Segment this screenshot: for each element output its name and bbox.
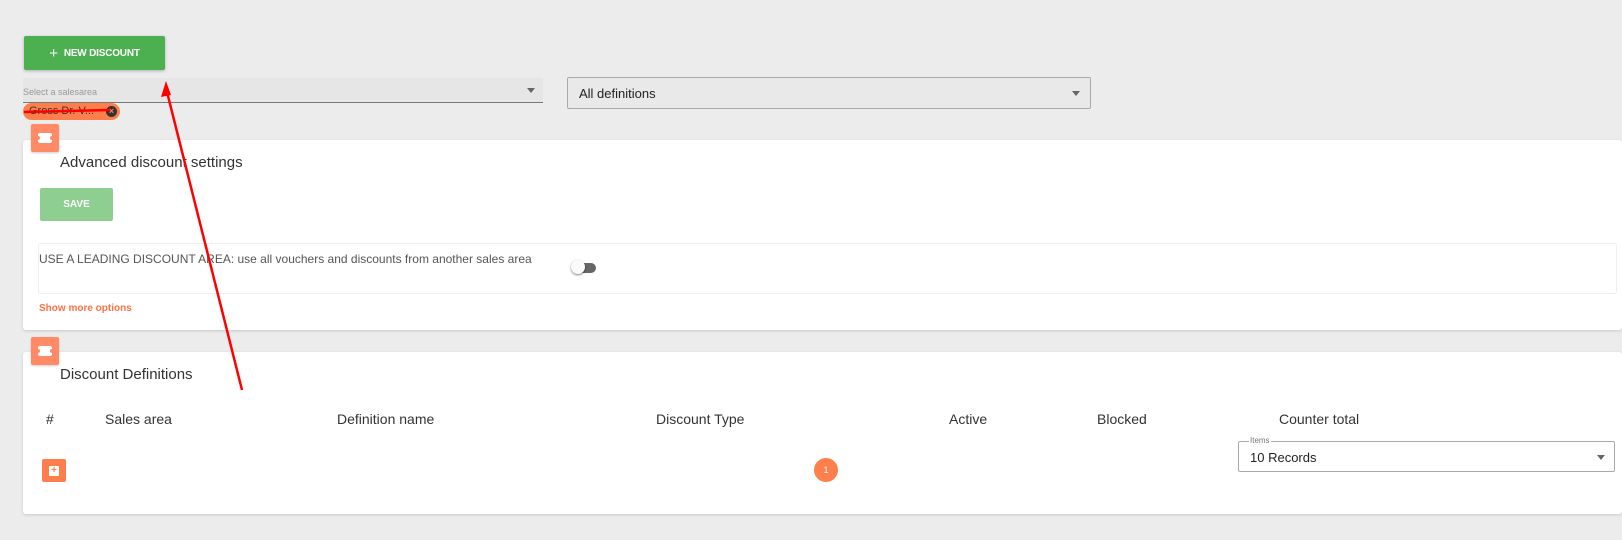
- column-header-definition-name: Definition name: [337, 411, 435, 427]
- items-per-page-label: Items: [1249, 436, 1271, 445]
- salesarea-select[interactable]: Select a salesarea: [23, 78, 543, 103]
- ticket-icon: [31, 337, 59, 365]
- close-icon[interactable]: ×: [106, 106, 117, 117]
- chevron-down-icon: [1597, 455, 1605, 460]
- column-header-number: #: [46, 411, 54, 427]
- column-header-blocked: Blocked: [1097, 411, 1147, 427]
- discount-definitions-title: Discount Definitions: [60, 366, 193, 383]
- items-per-page-value: 10 Records: [1250, 450, 1317, 465]
- advanced-settings-title: Advanced discount settings: [60, 154, 243, 171]
- ticket-icon: [31, 124, 59, 152]
- toggle-knob: [571, 260, 585, 274]
- items-per-page-select[interactable]: Items 10 Records: [1238, 436, 1615, 472]
- leading-area-text: USE A LEADING DISCOUNT AREA: use all vou…: [39, 252, 532, 266]
- definitions-select-value: All definitions: [579, 86, 656, 101]
- column-header-sales-area: Sales area: [105, 411, 172, 427]
- new-discount-button[interactable]: + NEW DISCOUNT: [24, 36, 165, 70]
- column-header-discount-type: Discount Type: [656, 411, 745, 427]
- chevron-down-icon: [1072, 91, 1080, 96]
- leading-area-toggle[interactable]: [571, 260, 596, 274]
- salesarea-placeholder: Select a salesarea: [23, 87, 98, 97]
- advanced-settings-panel: [23, 140, 1622, 330]
- add-definition-button[interactable]: +: [42, 459, 66, 482]
- discount-definitions-panel: [23, 352, 1622, 514]
- add-icon: +: [49, 465, 59, 476]
- save-button[interactable]: SAVE: [40, 188, 113, 221]
- new-discount-label: NEW DISCOUNT: [63, 47, 140, 59]
- plus-icon: +: [49, 44, 58, 62]
- column-header-active: Active: [949, 411, 988, 427]
- pagination-page-button[interactable]: 1: [814, 458, 838, 482]
- column-header-counter-total: Counter total: [1279, 411, 1360, 427]
- definitions-select[interactable]: All definitions: [567, 77, 1091, 109]
- salesarea-chip: Gross Dr. V... ×: [23, 103, 120, 120]
- salesarea-chip-label: Gross Dr. V...: [29, 105, 95, 117]
- chevron-down-icon: [527, 88, 535, 93]
- show-more-options-link[interactable]: Show more options: [39, 303, 132, 314]
